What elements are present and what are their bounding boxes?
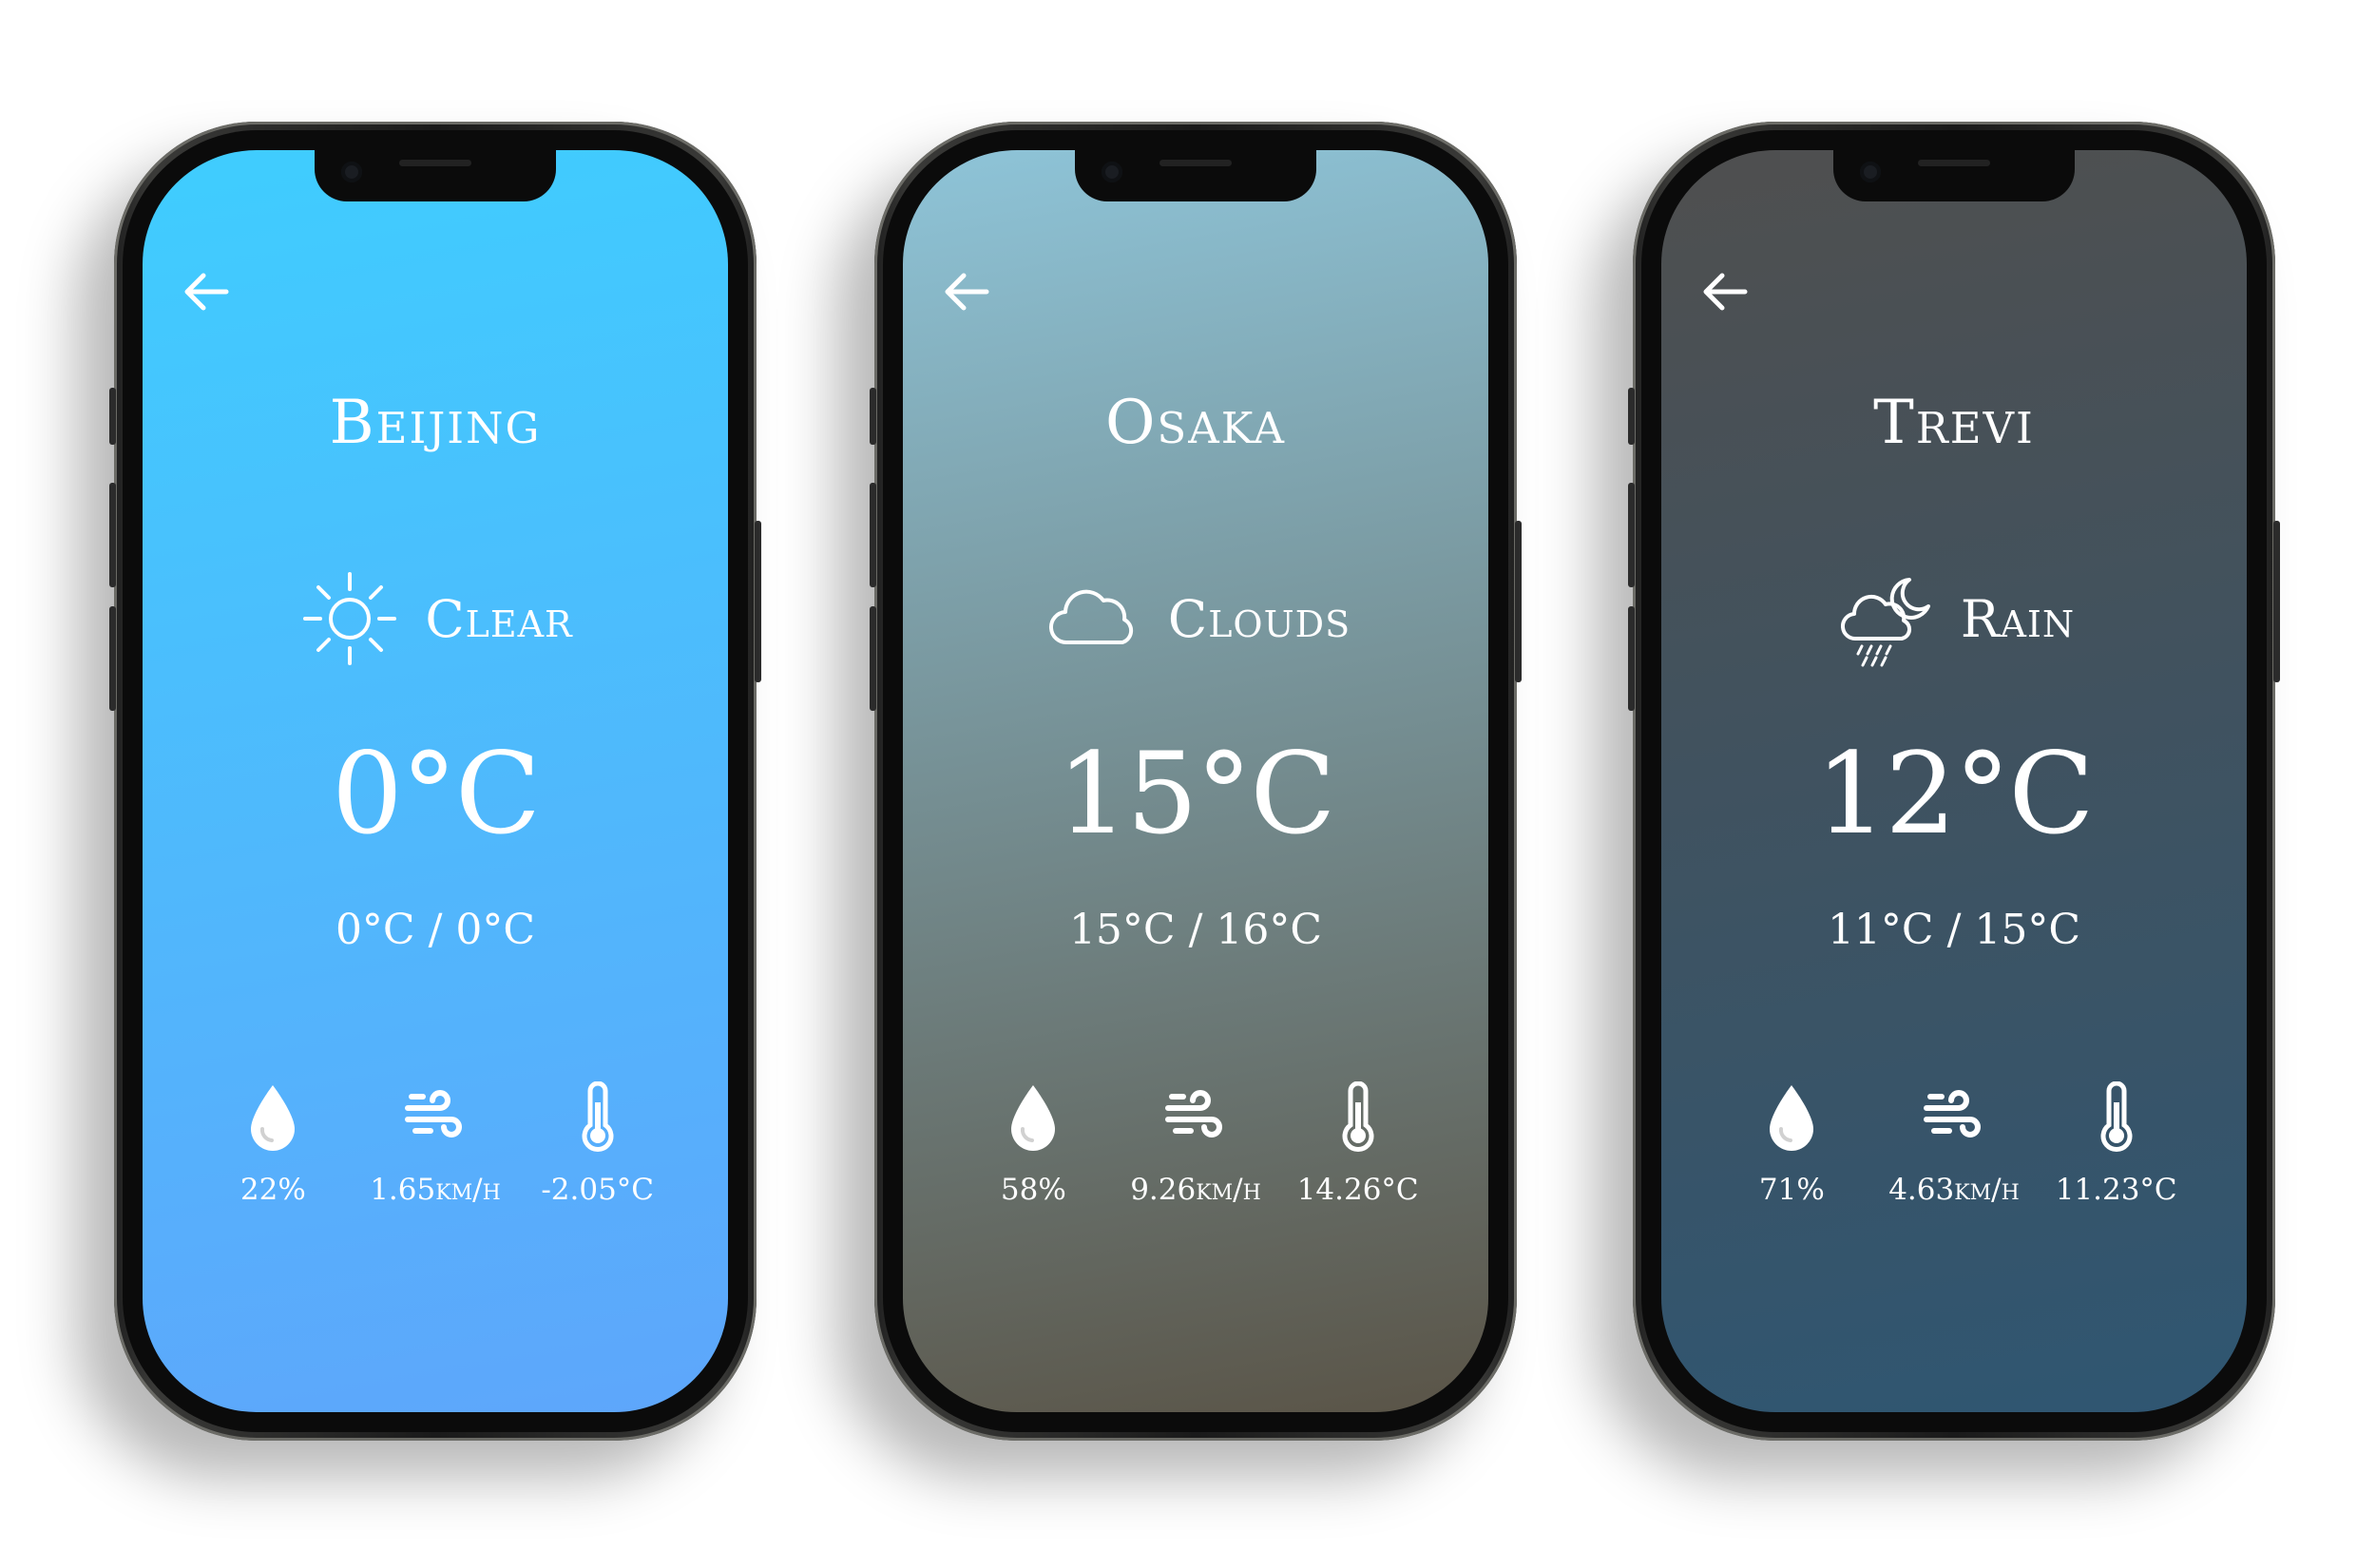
phone-trevi: Trevi Rain 12°C 11°C / 15°C 71% 4.63km/h… [1628,122,2280,1441]
thermometer-icon [1342,1081,1374,1152]
humidity-value: 22% [240,1173,306,1207]
phone-beijing: Beijing Clear 0°C 0°C / 0°C 22% 1.65km/h… [109,122,761,1441]
camera-icon [341,162,362,182]
camera-icon [1102,162,1122,182]
droplet-icon [251,1085,296,1151]
condition-label: Clear [425,588,573,649]
wind-stat: 9.26km/h [1115,1081,1277,1207]
cloud-icon [1048,589,1133,645]
feels-like-stat: 11.23°C [2035,1081,2197,1207]
wind-value: 9.26km/h [1130,1173,1261,1207]
feels-like-stat: 14.26°C [1276,1081,1439,1207]
city-name: Osaka [1104,388,1287,458]
wind-value: 4.63km/h [1888,1173,2020,1207]
current-temperature: 15°C [1057,728,1335,859]
wind-stat: 4.63km/h [1873,1081,2036,1207]
wind-icon [1924,1090,1981,1138]
current-temperature: 0°C [331,728,541,859]
temperature-range: 15°C / 16°C [1068,906,1323,954]
notch [1075,150,1316,201]
humidity-stat: 22% [192,1081,354,1207]
humidity-stat: 71% [1711,1081,1873,1207]
back-arrow-icon[interactable] [1696,262,1754,321]
back-arrow-icon[interactable] [937,262,996,321]
thermometer-icon [582,1081,614,1152]
wind-icon [1165,1090,1222,1138]
city-name: Beijing [329,388,542,458]
droplet-icon [1770,1085,1814,1151]
back-arrow-icon[interactable] [177,262,236,321]
feels-like-value: 14.26°C [1296,1173,1419,1207]
humidity-stat: 58% [952,1081,1115,1207]
temperature-range: 0°C / 0°C [335,906,536,954]
condition-row: Rain [1661,566,2247,671]
wind-icon [405,1090,462,1138]
condition-row: Clear [143,566,728,671]
feels-like-stat: -2.05°C [516,1081,679,1207]
thermometer-icon [2100,1081,2133,1152]
notch [315,150,556,201]
sun-icon [303,572,397,665]
stats-row: 71% 4.63km/h 11.23°C [1711,1081,2197,1207]
feels-like-value: -2.05°C [541,1173,655,1207]
feels-like-value: 11.23°C [2055,1173,2177,1207]
condition-row: Clouds [903,566,1488,671]
humidity-value: 58% [1000,1173,1066,1207]
condition-label: Clouds [1167,588,1351,649]
weather-screen: Beijing Clear 0°C 0°C / 0°C 22% 1.65km/h… [143,150,728,1412]
temperature-range: 11°C / 15°C [1827,906,2081,954]
city-name: Trevi [1873,388,2035,458]
weather-screen: Trevi Rain 12°C 11°C / 15°C 71% 4.63km/h… [1661,150,2247,1412]
condition-label: Rain [1960,588,2076,649]
humidity-value: 71% [1758,1173,1825,1207]
phone-osaka: Osaka Clouds 15°C 15°C / 16°C 58% 9.26km… [870,122,1522,1441]
weather-screen: Osaka Clouds 15°C 15°C / 16°C 58% 9.26km… [903,150,1488,1412]
wind-value: 1.65km/h [370,1173,501,1207]
wind-stat: 1.65km/h [354,1081,517,1207]
cloud-moon-rain-icon [1840,578,1930,667]
stats-row: 58% 9.26km/h 14.26°C [952,1081,1439,1207]
notch [1833,150,2075,201]
droplet-icon [1011,1085,1056,1151]
mockup-stage: Beijing Clear 0°C 0°C / 0°C 22% 1.65km/h… [0,0,2376,1568]
stats-row: 22% 1.65km/h -2.05°C [192,1081,679,1207]
camera-icon [1860,162,1881,182]
current-temperature: 12°C [1815,728,2094,859]
